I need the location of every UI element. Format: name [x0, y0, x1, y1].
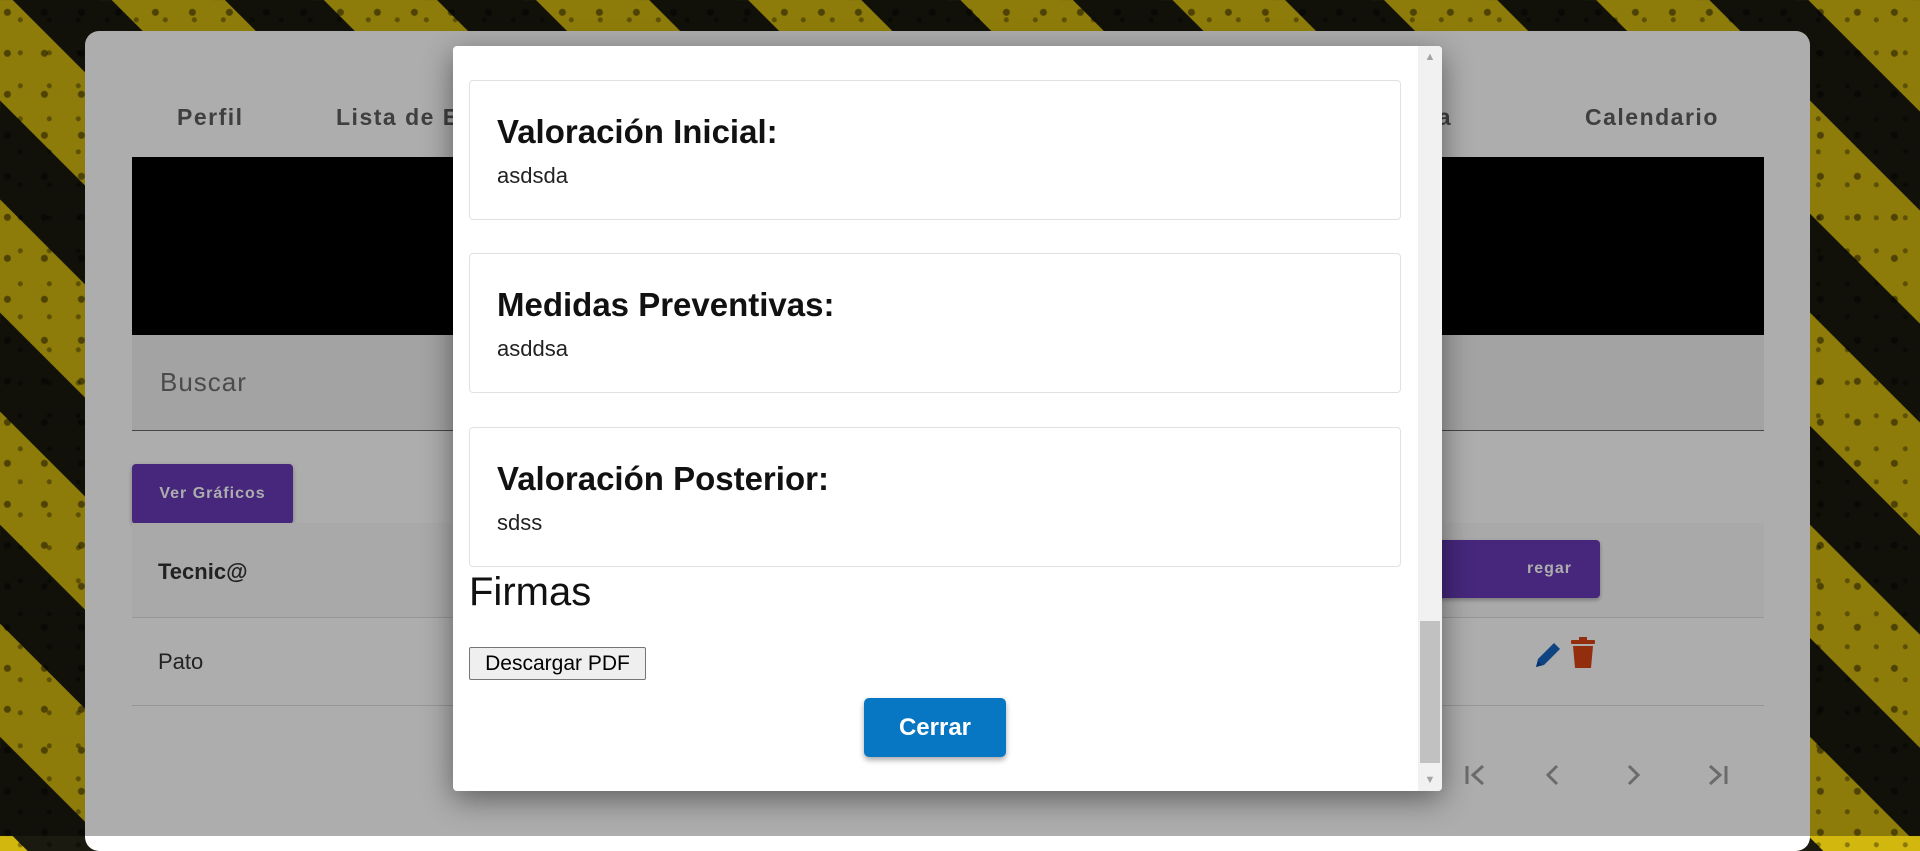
modal-content: Valoración Inicial: asdsda Medidas Preve…: [453, 46, 1418, 791]
scroll-down-icon[interactable]: ▼: [1418, 771, 1442, 789]
field-label: Valoración Inicial:: [497, 113, 778, 150]
detail-modal: Valoración Inicial: asdsda Medidas Preve…: [453, 46, 1442, 791]
field-value: sdss: [497, 510, 543, 535]
field-card-medidas-preventivas: Medidas Preventivas: asddsa: [469, 253, 1401, 393]
close-button[interactable]: Cerrar: [864, 698, 1006, 757]
firmas-heading: Firmas: [469, 570, 592, 614]
field-card-valoracion-posterior: Valoración Posterior: sdss: [469, 427, 1401, 567]
download-pdf-button[interactable]: Descargar PDF: [469, 647, 646, 680]
field-value: asddsa: [497, 336, 568, 361]
scroll-thumb[interactable]: [1420, 621, 1440, 763]
field-value: asdsda: [497, 163, 568, 188]
field-label: Medidas Preventivas:: [497, 286, 835, 323]
modal-scrollbar[interactable]: ▲ ▼: [1418, 46, 1442, 791]
field-card-valoracion-inicial: Valoración Inicial: asdsda: [469, 80, 1401, 220]
scroll-up-icon[interactable]: ▲: [1418, 48, 1442, 66]
field-label: Valoración Posterior:: [497, 460, 829, 497]
